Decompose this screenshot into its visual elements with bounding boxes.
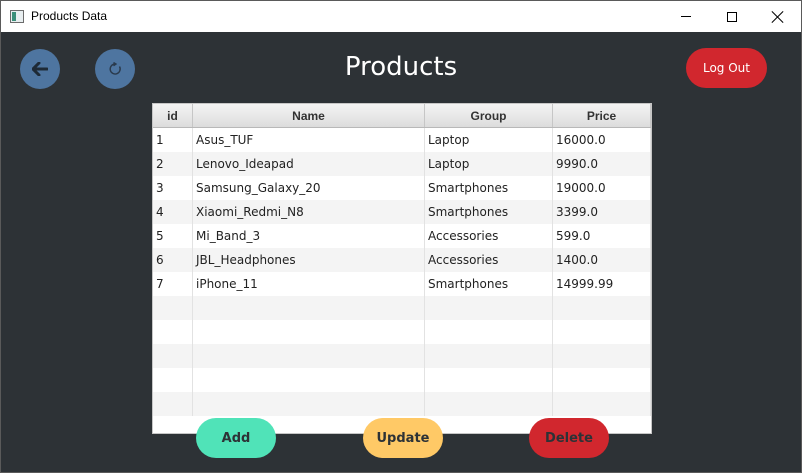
app-icon <box>10 10 24 23</box>
delete-button[interactable]: Delete <box>529 418 609 458</box>
cell-group: Laptop <box>425 128 553 152</box>
empty-table-row <box>153 344 651 368</box>
products-table: id Name Group Price 1 Asus_TUF Laptop 16000… <box>152 103 652 434</box>
empty-cell <box>193 296 425 320</box>
minimize-button[interactable] <box>663 1 709 32</box>
cell-id: 4 <box>153 200 193 224</box>
cell-group: Laptop <box>425 152 553 176</box>
cell-price: 9990.0 <box>553 152 651 176</box>
table-body: 1 Asus_TUF Laptop 16000.0 2 Lenovo_Ideapad Lap… <box>153 128 651 416</box>
empty-cell <box>153 368 193 392</box>
cell-id: 3 <box>153 176 193 200</box>
table-row[interactable]: 3 Samsung_Galaxy_20 Smartphones 19000.0 <box>153 176 651 200</box>
add-button[interactable]: Add <box>196 418 276 458</box>
back-button[interactable] <box>20 49 60 89</box>
title-bar: Products Data <box>1 1 801 32</box>
cell-price: 19000.0 <box>553 176 651 200</box>
empty-cell <box>193 392 425 416</box>
table-row[interactable]: 4 Xiaomi_Redmi_N8 Smartphones 3399.0 <box>153 200 651 224</box>
cell-group: Accessories <box>425 248 553 272</box>
column-header-price[interactable]: Price <box>553 104 651 127</box>
empty-cell <box>425 368 553 392</box>
table-row[interactable]: 6 JBL_Headphones Accessories 1400.0 <box>153 248 651 272</box>
empty-cell <box>153 296 193 320</box>
cell-id: 1 <box>153 128 193 152</box>
cell-price: 1400.0 <box>553 248 651 272</box>
empty-cell <box>153 392 193 416</box>
cell-name: Samsung_Galaxy_20 <box>193 176 425 200</box>
logout-button[interactable]: Log Out <box>686 48 767 88</box>
cell-group: Accessories <box>425 224 553 248</box>
empty-table-row <box>153 392 651 416</box>
main-content: Products Log Out id Name Group Price 1 As… <box>1 32 801 472</box>
empty-cell <box>153 320 193 344</box>
empty-cell <box>153 344 193 368</box>
cell-id: 5 <box>153 224 193 248</box>
arrow-left-icon <box>32 62 48 76</box>
window-title: Products Data <box>31 9 108 23</box>
cell-id: 6 <box>153 248 193 272</box>
empty-cell <box>553 320 651 344</box>
empty-table-row <box>153 320 651 344</box>
table-row[interactable]: 5 Mi_Band_3 Accessories 599.0 <box>153 224 651 248</box>
empty-table-row <box>153 296 651 320</box>
cell-name: iPhone_11 <box>193 272 425 296</box>
cell-name: JBL_Headphones <box>193 248 425 272</box>
empty-cell <box>193 320 425 344</box>
update-button[interactable]: Update <box>363 418 443 458</box>
app-window: Products Data Products Log Out id Name G… <box>0 0 802 473</box>
cell-name: Lenovo_Ideapad <box>193 152 425 176</box>
empty-cell <box>425 344 553 368</box>
empty-cell <box>553 344 651 368</box>
cell-id: 7 <box>153 272 193 296</box>
cell-price: 14999.99 <box>553 272 651 296</box>
maximize-icon <box>727 11 737 22</box>
empty-cell <box>193 344 425 368</box>
cell-group: Smartphones <box>425 272 553 296</box>
cell-name: Xiaomi_Redmi_N8 <box>193 200 425 224</box>
empty-table-row <box>153 368 651 392</box>
cell-price: 599.0 <box>553 224 651 248</box>
table-row[interactable]: 7 iPhone_11 Smartphones 14999.99 <box>153 272 651 296</box>
cell-group: Smartphones <box>425 200 553 224</box>
empty-cell <box>425 296 553 320</box>
refresh-button[interactable] <box>95 49 135 89</box>
table-row[interactable]: 2 Lenovo_Ideapad Laptop 9990.0 <box>153 152 651 176</box>
cell-id: 2 <box>153 152 193 176</box>
empty-cell <box>553 392 651 416</box>
cell-price: 3399.0 <box>553 200 651 224</box>
minimize-icon <box>681 16 691 17</box>
close-button[interactable] <box>755 1 801 32</box>
page-title: Products <box>344 52 458 82</box>
cell-price: 16000.0 <box>553 128 651 152</box>
column-header-group[interactable]: Group <box>425 104 553 127</box>
column-header-name[interactable]: Name <box>193 104 425 127</box>
column-header-id[interactable]: id <box>153 104 193 127</box>
empty-cell <box>553 296 651 320</box>
empty-cell <box>425 392 553 416</box>
refresh-icon <box>109 62 121 75</box>
cell-group: Smartphones <box>425 176 553 200</box>
empty-cell <box>553 368 651 392</box>
close-icon <box>772 11 784 23</box>
table-row[interactable]: 1 Asus_TUF Laptop 16000.0 <box>153 128 651 152</box>
empty-cell <box>193 368 425 392</box>
cell-name: Asus_TUF <box>193 128 425 152</box>
empty-cell <box>425 320 553 344</box>
table-header: id Name Group Price <box>153 104 651 128</box>
maximize-button[interactable] <box>709 1 755 32</box>
cell-name: Mi_Band_3 <box>193 224 425 248</box>
